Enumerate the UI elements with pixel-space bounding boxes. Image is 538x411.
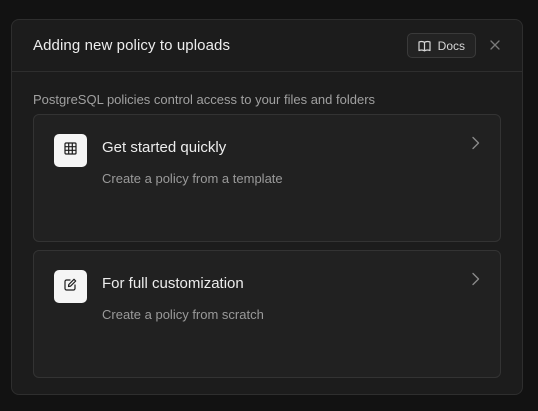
option-card-scratch[interactable]: For full customization Create a policy f… bbox=[33, 250, 501, 378]
option-subtitle: Create a policy from scratch bbox=[102, 307, 264, 322]
modal-description: PostgreSQL policies control access to yo… bbox=[33, 92, 376, 107]
modal-body: PostgreSQL policies control access to yo… bbox=[12, 92, 522, 378]
modal-header: Adding new policy to uploads Docs bbox=[12, 20, 522, 72]
modal-title: Adding new policy to uploads bbox=[33, 37, 231, 54]
option-icon-tile bbox=[54, 134, 87, 167]
option-subtitle: Create a policy from a template bbox=[102, 171, 283, 186]
close-button[interactable] bbox=[488, 39, 502, 53]
chevron-right-icon bbox=[471, 136, 480, 155]
close-icon bbox=[490, 37, 500, 55]
grid-icon bbox=[64, 141, 77, 160]
option-title: Get started quickly bbox=[102, 139, 227, 156]
chevron-right-icon bbox=[471, 272, 480, 291]
docs-button[interactable]: Docs bbox=[406, 33, 476, 58]
edit-icon bbox=[64, 278, 77, 296]
book-icon bbox=[418, 40, 431, 52]
policy-modal: Adding new policy to uploads Docs Postgr… bbox=[11, 19, 523, 395]
option-title: For full customization bbox=[102, 275, 244, 292]
docs-label: Docs bbox=[437, 38, 465, 53]
option-icon-tile bbox=[54, 270, 87, 303]
option-card-template[interactable]: Get started quickly Create a policy from… bbox=[33, 114, 501, 242]
